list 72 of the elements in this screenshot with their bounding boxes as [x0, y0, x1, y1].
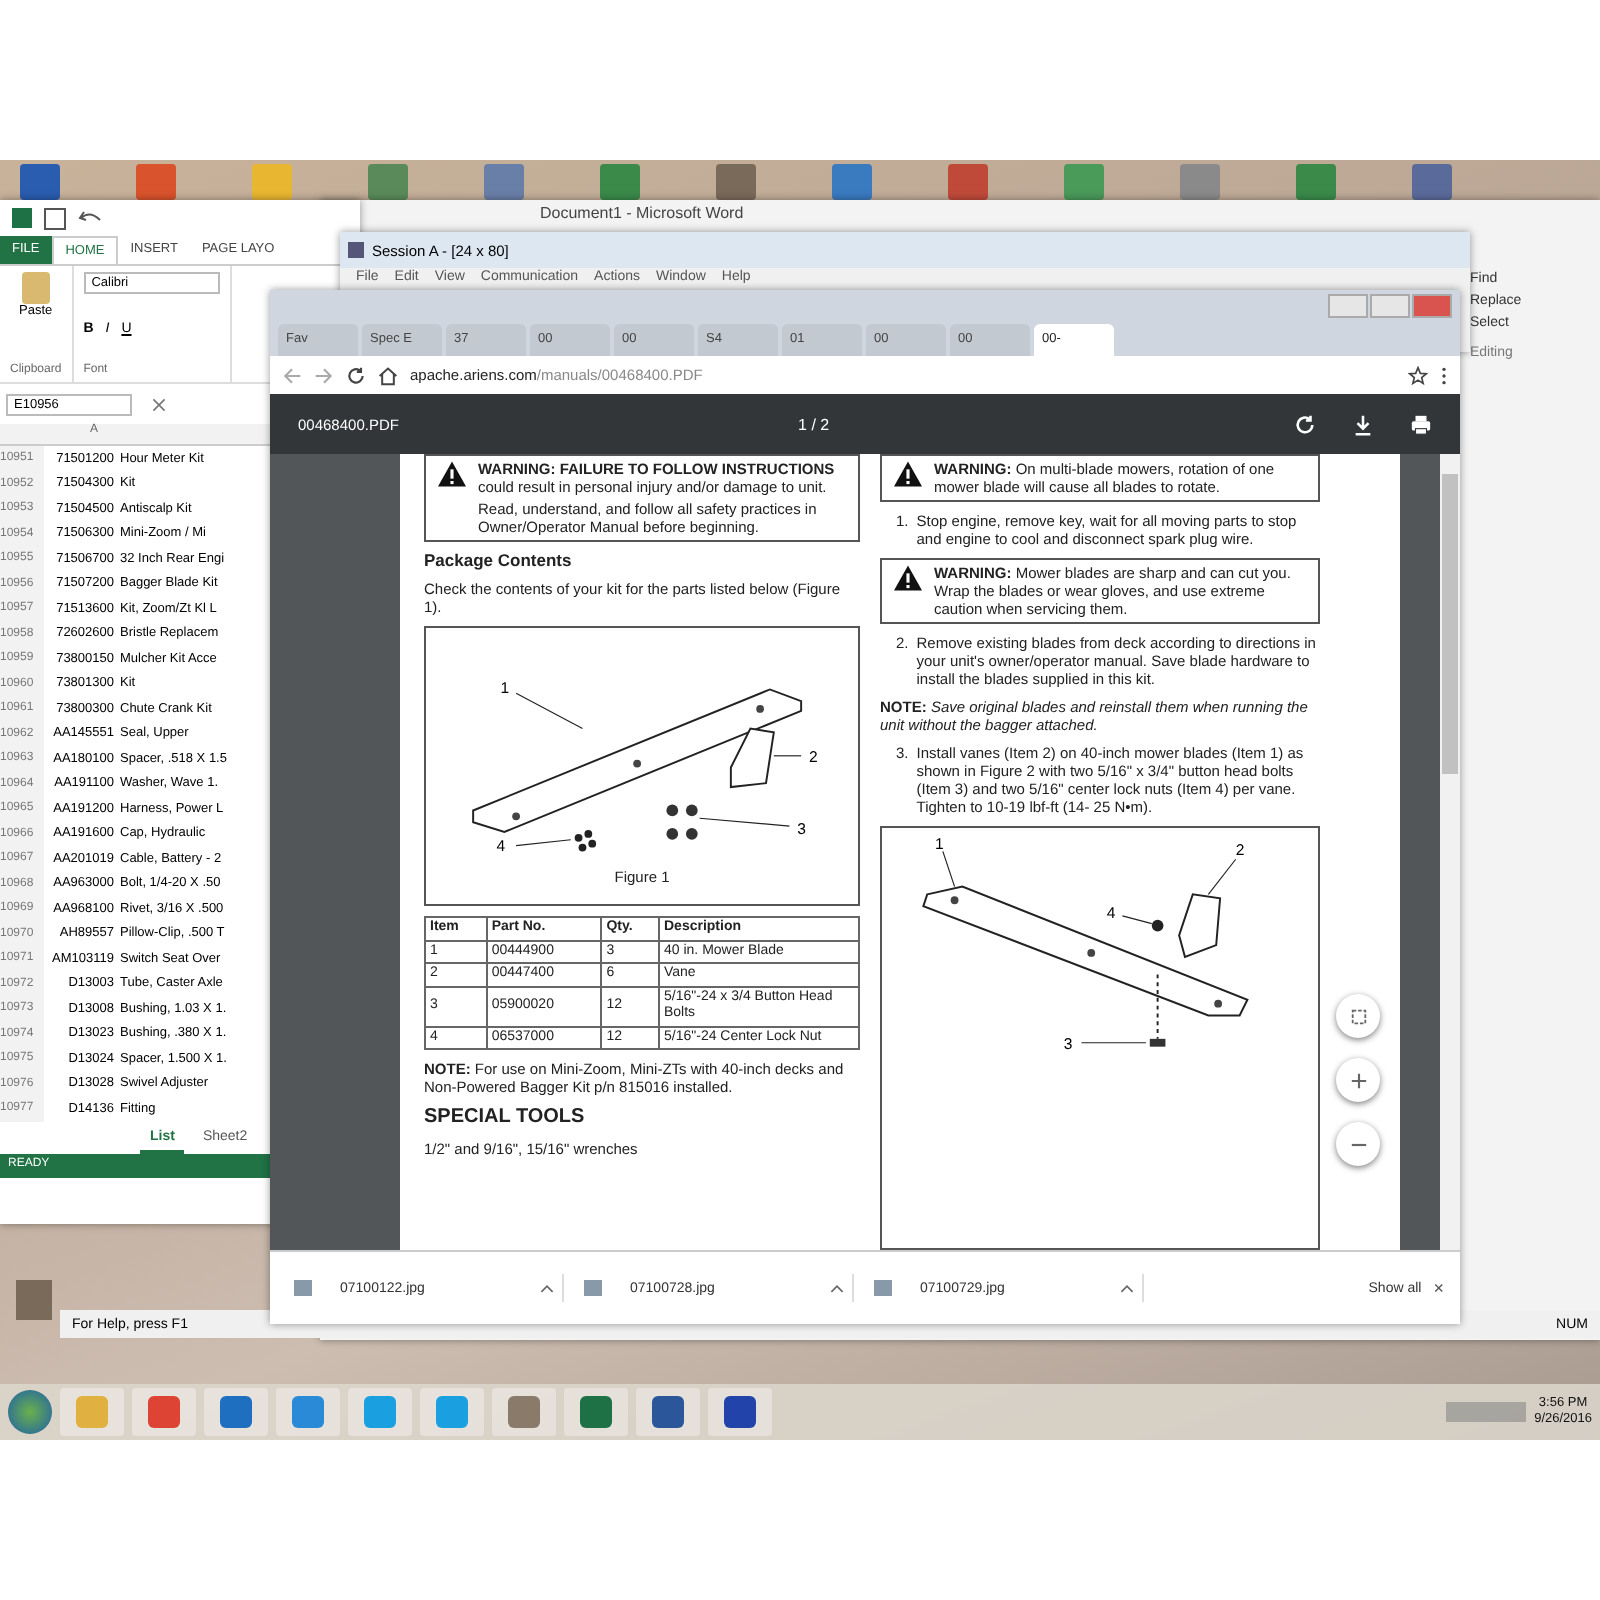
taskbar-app-icon[interactable]	[636, 1388, 700, 1436]
warning-icon	[436, 460, 468, 488]
close-button[interactable]: ×	[1433, 1278, 1444, 1298]
taskbar-app-icon[interactable]	[492, 1388, 556, 1436]
callout-number: 4	[495, 837, 505, 856]
window-title: Document1 - Microsoft Word	[538, 202, 746, 222]
shortcut-icon[interactable]	[368, 164, 408, 200]
shortcut-icon[interactable]	[716, 164, 756, 200]
shortcut-icon[interactable]	[1180, 164, 1220, 200]
leader-line	[772, 755, 801, 757]
save-icon[interactable]	[44, 207, 66, 229]
callout-number: 3	[796, 819, 805, 838]
leader-line	[941, 850, 955, 888]
callout-number: 3	[1062, 1034, 1072, 1053]
rotate-icon[interactable]	[1294, 413, 1316, 435]
shortcut-icon[interactable]	[600, 164, 640, 200]
plus-icon	[1349, 1071, 1367, 1089]
start-button[interactable]	[8, 1390, 52, 1434]
scrollbar[interactable]	[1440, 454, 1460, 1250]
page-separator: /	[811, 415, 816, 433]
shortcut-icon[interactable]	[832, 164, 872, 200]
back-icon[interactable]	[282, 365, 302, 385]
reload-icon[interactable]	[346, 365, 366, 385]
image-file-icon	[294, 1280, 312, 1296]
terminal-icon	[348, 242, 364, 258]
section-heading: Package Contents	[424, 552, 574, 570]
bookmark-star-icon[interactable]	[1408, 365, 1428, 385]
caret-icon[interactable]	[830, 1283, 844, 1293]
warning-icon	[892, 460, 924, 488]
shortcut-icon[interactable]	[1412, 164, 1452, 200]
page-count: 2	[820, 415, 830, 433]
leader-line	[1120, 915, 1152, 925]
warning-icon	[892, 564, 924, 592]
shortcut-icon[interactable]	[252, 164, 292, 200]
taskbar-app-icon[interactable]	[204, 1388, 268, 1436]
shortcut-icon[interactable]	[484, 164, 524, 200]
leader-line	[1079, 1042, 1146, 1044]
taskbar-app-icon[interactable]	[132, 1388, 196, 1436]
callout-number: 2	[1234, 841, 1244, 860]
leader-line	[514, 692, 583, 730]
print-icon[interactable]	[1410, 413, 1432, 435]
home-icon[interactable]	[378, 365, 398, 385]
leader-line	[514, 839, 571, 847]
cancel-icon[interactable]	[152, 397, 166, 411]
shortcut-icon[interactable]	[1296, 164, 1336, 200]
taskbar-app-icon[interactable]	[564, 1388, 628, 1436]
clipboard-icon[interactable]	[21, 272, 50, 304]
page-number: 1	[798, 415, 807, 433]
section-heading: SPECIAL TOOLS	[424, 1106, 587, 1130]
excel-logo-icon	[12, 208, 32, 228]
shortcut-icon[interactable]	[948, 164, 988, 200]
callout-number: 1	[934, 835, 943, 854]
image-file-icon	[874, 1280, 892, 1296]
leader-line	[1206, 858, 1236, 895]
leader-line	[698, 817, 789, 827]
maximize-button[interactable]	[1370, 294, 1410, 318]
caret-icon[interactable]	[1120, 1283, 1134, 1293]
callout-number: 1	[499, 679, 509, 698]
taskbar-app-icon[interactable]	[708, 1388, 772, 1436]
minimize-button[interactable]	[1328, 294, 1368, 318]
close-button[interactable]	[1412, 294, 1452, 318]
callout-number: 4	[1105, 903, 1115, 922]
image-file-icon	[584, 1280, 602, 1296]
forward-icon[interactable]	[314, 365, 334, 385]
taskbar-app-icon[interactable]	[276, 1388, 340, 1436]
menu-icon[interactable]	[1440, 365, 1448, 385]
shortcut-icon[interactable]	[1064, 164, 1104, 200]
caret-icon[interactable]	[540, 1283, 554, 1293]
callout-number: 2	[807, 747, 817, 766]
download-icon[interactable]	[1352, 413, 1374, 435]
shortcut-icon[interactable]	[136, 164, 176, 200]
fit-page-icon	[1349, 1007, 1367, 1025]
